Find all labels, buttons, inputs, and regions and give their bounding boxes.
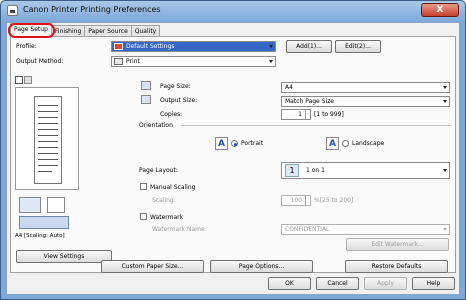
output-size-value: Match Page Size [285,98,334,105]
chevron-down-icon [443,169,447,172]
page-preview [15,87,79,190]
orientation-divider [181,125,451,126]
window-title: Canon Printer Printing Preferences [23,5,161,14]
apply-button[interactable]: Apply [364,277,407,290]
copies-spinner[interactable] [305,110,310,119]
restore-defaults-button[interactable]: Restore Defaults [345,260,448,273]
ok-button[interactable]: OK [268,277,311,290]
output-size-select[interactable]: Match Page Size [281,96,450,107]
preview-page [34,96,62,184]
printer-preferences-window: Canon Printer Printing Preferences X Pag… [0,0,466,300]
printer-device-icon [19,197,41,213]
paper-stack-icon [47,197,65,213]
edit-profile-button[interactable]: Edit(2)... [335,40,381,53]
copies-value: 1 [298,111,302,118]
landscape-label: Landscape [352,140,385,147]
title-bar: Canon Printer Printing Preferences X [1,1,465,21]
page-layout-select[interactable]: 1 1 on 1 [281,162,450,179]
profile-value: Default Settings [126,43,175,50]
close-button[interactable]: X [421,3,459,17]
copies-label: Copies: [160,111,183,118]
edit-watermark-button[interactable]: Edit Watermark... [346,238,449,251]
page-size-value: A4 [285,84,293,91]
scaling-input[interactable]: 100 [281,195,311,206]
custom-paper-size-button[interactable]: Custom Paper Size... [101,260,204,273]
page-layout-label: Page Layout: [139,167,178,174]
landscape-icon: A [326,137,339,150]
finishing-preview-icon [19,216,69,229]
page-setup-panel: Profile: Default Settings Add(1)... Edit… [10,36,456,273]
watermark-select[interactable]: CONFIDENTIAL [281,224,450,235]
scaling-range: %[25 to 200] [314,197,354,204]
portrait-label: Portrait [241,140,264,147]
page-layout-value: 1 on 1 [306,167,325,174]
output-size-icon [141,95,151,104]
watermark-checkbox[interactable] [140,213,147,220]
portrait-radio[interactable] [231,140,238,147]
output-method-label: Output Method: [16,58,64,65]
watermark-label: Watermark [150,214,184,221]
manual-scaling-label: Manual Scaling [150,184,196,191]
chevron-down-icon [269,45,273,48]
portrait-icon: A [215,137,228,150]
page-options-button[interactable]: Page Options... [210,260,313,273]
scaling-spinner[interactable] [305,196,310,205]
print-icon [114,58,123,65]
copies-input[interactable]: 1 [281,109,311,120]
orientation-label: Orientation [139,122,173,129]
preview-settings-icon[interactable] [24,76,32,84]
view-settings-button[interactable]: View Settings [16,250,112,263]
add-profile-button[interactable]: Add(1)... [286,40,332,53]
chevron-down-icon [443,228,447,231]
profile-label: Profile: [16,43,37,50]
profile-select[interactable]: Default Settings [111,41,276,52]
page-size-label: Page Size: [160,83,191,90]
cancel-button[interactable]: Cancel [316,277,359,290]
output-size-label: Output Size: [160,97,198,104]
chevron-down-icon [443,86,447,89]
tab-highlight-circle [8,23,55,38]
help-button[interactable]: Help [412,277,455,290]
preview-caption: A4 [Scaling: Auto] [15,233,65,239]
page-size-icon [141,81,151,90]
output-method-select[interactable]: Print [111,56,276,67]
landscape-radio[interactable] [342,140,349,147]
profile-icon [114,43,123,50]
scaling-value: 100 [290,197,302,204]
dialog-client: Page Setup Finishing Paper Source Qualit… [6,22,460,295]
preview-mode-icon[interactable] [15,76,23,84]
printer-icon [7,5,18,16]
copies-range: [1 to 999] [314,111,344,118]
page-size-select[interactable]: A4 [281,82,450,93]
watermark-name-label: Watermark Name: [152,226,207,233]
chevron-down-icon [269,60,273,63]
chevron-down-icon [443,100,447,103]
manual-scaling-checkbox[interactable] [140,183,147,190]
layout-number-icon: 1 [285,164,299,177]
watermark-value: CONFIDENTIAL [285,226,330,233]
output-method-value: Print [126,58,140,65]
scaling-label: Scaling: [152,197,176,204]
